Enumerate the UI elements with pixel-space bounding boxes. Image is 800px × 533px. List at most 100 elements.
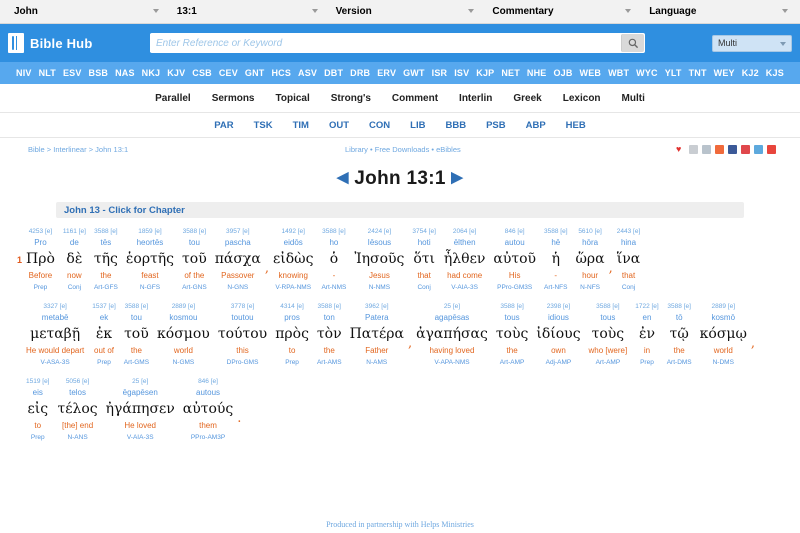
parsing-code[interactable]: Art-GMS — [124, 357, 149, 368]
parsing-code[interactable]: Prep — [31, 432, 45, 443]
breadcrumb-item-2[interactable]: John 13:1 — [95, 145, 128, 154]
strongs-number[interactable]: 3778 [e] — [231, 301, 255, 312]
version-link-kjs[interactable]: KJS — [766, 68, 784, 78]
search-button[interactable] — [621, 34, 644, 52]
interlinear-word[interactable]: 3588 [e]tēsτῆςtheArt-GFS — [90, 226, 122, 293]
submenu-item-con[interactable]: CON — [369, 120, 390, 131]
parsing-code[interactable]: N-GFS — [140, 282, 160, 293]
interlinear-word[interactable]: 2443 [e]hinaἵναthatConj — [613, 226, 645, 293]
version-link-csb[interactable]: CSB — [192, 68, 212, 78]
interlinear-word[interactable]: 2889 [e]kosmōκόσμῳworldN-DMS — [696, 301, 751, 368]
version-link-kjp[interactable]: KJP — [476, 68, 494, 78]
interlinear-word[interactable]: 3588 [e]tousτοὺςwho [were]Art-AMP — [585, 301, 632, 368]
version-link-ojb[interactable]: OJB — [553, 68, 572, 78]
strongs-number[interactable]: 25 [e] — [444, 301, 460, 312]
interlinear-word[interactable]: 25 [e]ēgapēsenἠγάπησενHe lovedV-AIA-3S — [102, 376, 179, 443]
strongs-number[interactable]: 846 [e] — [505, 226, 525, 237]
print-icon[interactable] — [702, 145, 711, 154]
next-verse-arrow-icon[interactable]: ▶ — [451, 169, 463, 186]
submenu-item-tim[interactable]: TIM — [293, 120, 309, 131]
interlinear-word[interactable]: 3588 [e]tōτῷtheArt-DMS — [663, 301, 696, 368]
interlinear-word[interactable]: 2889 [e]kosmouκόσμουworldN-GMS — [153, 301, 214, 368]
strongs-number[interactable]: 3962 [e] — [365, 301, 389, 312]
version-link-wyc[interactable]: WYC — [636, 68, 658, 78]
menu-item-lexicon[interactable]: Lexicon — [563, 93, 601, 104]
interlinear-word[interactable]: 3588 [e]hēἡ-Art-NFS — [540, 226, 572, 293]
parsing-code[interactable]: N-DMS — [713, 357, 734, 368]
version-link-nhe[interactable]: NHE — [527, 68, 547, 78]
menu-item-strongs[interactable]: Strong's — [331, 93, 371, 104]
parsing-code[interactable]: Art-GFS — [94, 282, 118, 293]
menu-item-parallel[interactable]: Parallel — [155, 93, 191, 104]
instagram-icon[interactable] — [715, 145, 724, 154]
parsing-code[interactable]: Art-NMS — [321, 282, 346, 293]
share-icon[interactable] — [767, 145, 776, 154]
parsing-code[interactable]: N-GNS — [227, 282, 248, 293]
interlinear-word[interactable]: 3588 [e]touτοῦtheArt-GMS — [120, 301, 153, 368]
menu-item-multi[interactable]: Multi — [622, 93, 645, 104]
version-link-kjv[interactable]: KJV — [167, 68, 185, 78]
parsing-code[interactable]: N-AMS — [366, 357, 387, 368]
submenu-item-lib[interactable]: LIB — [410, 120, 425, 131]
interlinear-word[interactable]: 1492 [e]eidōsεἰδὼςknowingV-RPA-NMS — [269, 226, 317, 293]
strongs-number[interactable]: 3588 [e] — [183, 226, 207, 237]
parsing-code[interactable]: Prep — [285, 357, 299, 368]
parsing-code[interactable]: N-GMS — [173, 357, 195, 368]
interlinear-word[interactable]: 1537 [e]ekἐκout ofPrep — [88, 301, 120, 368]
submenu-item-bbb[interactable]: BBB — [445, 120, 466, 131]
strongs-number[interactable]: 3327 [e] — [43, 301, 67, 312]
strongs-number[interactable]: 1537 [e] — [92, 301, 116, 312]
parsing-code[interactable]: Art-NFS — [544, 282, 567, 293]
strongs-number[interactable]: 1492 [e] — [281, 226, 305, 237]
interlinear-word[interactable]: 2398 [e]idiousἰδίουςownAdj-AMP — [532, 301, 584, 368]
version-link-esv[interactable]: ESV — [63, 68, 82, 78]
parsing-code[interactable]: Adj-AMP — [546, 357, 572, 368]
version-link-erv[interactable]: ERV — [377, 68, 396, 78]
parsing-code[interactable]: V-AIA-3S — [451, 282, 478, 293]
strongs-number[interactable]: 3588 [e] — [125, 301, 149, 312]
version-link-gwt[interactable]: GWT — [403, 68, 425, 78]
parsing-code[interactable]: Conj — [417, 282, 430, 293]
interlinear-word[interactable]: 1161 [e]deδὲnowConj — [59, 226, 90, 293]
multi-select[interactable]: Multi — [712, 35, 792, 52]
strongs-number[interactable]: 3588 [e] — [94, 226, 118, 237]
strongs-number[interactable]: 3588 [e] — [544, 226, 568, 237]
breadcrumb-item-1[interactable]: Interlinear — [53, 145, 86, 154]
parsing-code[interactable]: Art-DMS — [667, 357, 692, 368]
chapter-verse-select[interactable]: 13:1 — [167, 4, 326, 20]
book-select[interactable]: John — [4, 4, 167, 20]
strongs-number[interactable]: 3588 [e] — [500, 301, 524, 312]
strongs-number[interactable]: 3957 [e] — [226, 226, 250, 237]
parsing-code[interactable]: PPro-GM3S — [497, 282, 532, 293]
interlinear-word[interactable]: 3588 [e]tonτὸνtheArt-AMS — [313, 301, 346, 368]
twitter-icon[interactable] — [754, 145, 763, 154]
interlinear-word[interactable]: 3588 [e]hoὁ-Art-NMS — [317, 226, 350, 293]
version-link-net[interactable]: NET — [501, 68, 520, 78]
interlinear-word[interactable]: 5610 [e]hōraὥραhourN-NFS — [572, 226, 609, 293]
interlinear-word[interactable]: 1519 [e]eisεἰςtoPrep — [22, 376, 54, 443]
version-link-niv[interactable]: NIV — [16, 68, 32, 78]
strongs-number[interactable]: 846 [e] — [198, 376, 218, 387]
version-link-dbt[interactable]: DBT — [324, 68, 343, 78]
parsing-code[interactable]: Prep — [97, 357, 111, 368]
version-link-bsb[interactable]: BSB — [89, 68, 109, 78]
submenu-item-par[interactable]: PAR — [214, 120, 233, 131]
version-link-wbt[interactable]: WBT — [608, 68, 629, 78]
parsing-code[interactable]: Prep — [34, 282, 48, 293]
submenu-item-tsk[interactable]: TSK — [254, 120, 273, 131]
interlinear-word[interactable]: 25 [e]agapēsasἀγαπήσαςhaving lovedV-APA-… — [412, 301, 492, 368]
heart-icon[interactable]: ♥ — [676, 145, 685, 154]
menu-item-greek[interactable]: Greek — [513, 93, 541, 104]
interlinear-word[interactable]: 2064 [e]ēlthenἦλθενhad comeV-AIA-3S — [440, 226, 489, 293]
version-link-hcs[interactable]: HCS — [271, 68, 291, 78]
menu-item-interlin[interactable]: Interlin — [459, 93, 492, 104]
strongs-number[interactable]: 2889 [e] — [712, 301, 736, 312]
interlinear-word[interactable]: 3754 [e]hotiὅτιthatConj — [408, 226, 440, 293]
email-icon[interactable] — [689, 145, 698, 154]
interlinear-word[interactable]: 4253 [e]ProΠρὸBeforePrep — [22, 226, 59, 293]
version-link-nlt[interactable]: NLT — [39, 68, 56, 78]
strongs-number[interactable]: 2398 [e] — [547, 301, 571, 312]
parsing-code[interactable]: PPro-AM3P — [191, 432, 225, 443]
strongs-number[interactable]: 2424 [e] — [368, 226, 392, 237]
interlinear-word[interactable]: 3957 [e]paschaπάσχαPassoverN-GNS — [211, 226, 265, 293]
